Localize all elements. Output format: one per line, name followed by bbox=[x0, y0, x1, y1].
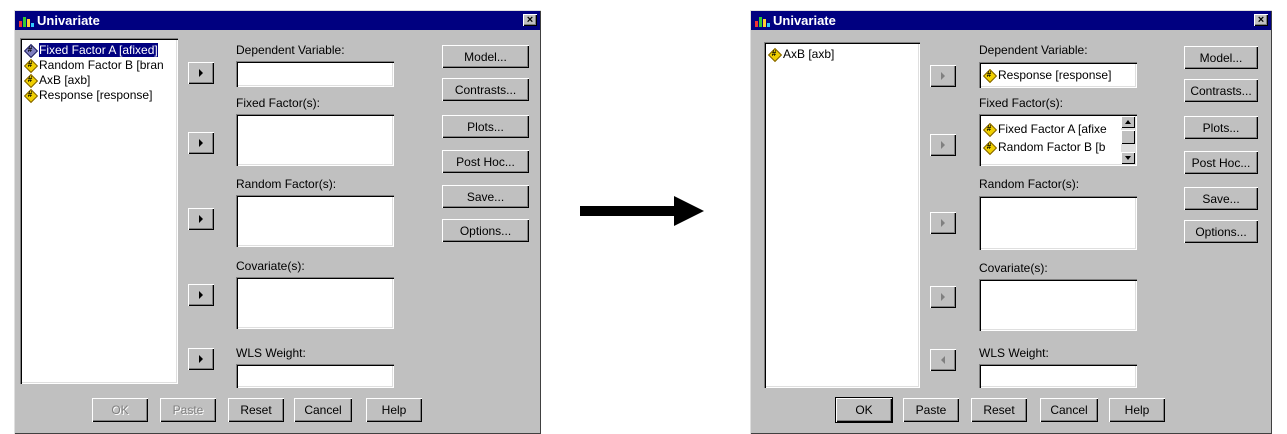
list-item[interactable]: AxB [axb] bbox=[22, 72, 176, 87]
right-arrow-icon bbox=[199, 139, 203, 147]
right-arrow-icon bbox=[199, 69, 203, 77]
plots-button[interactable]: Plots... bbox=[442, 115, 529, 138]
options-button[interactable]: Options... bbox=[1184, 220, 1258, 243]
dialog-title: Univariate bbox=[773, 13, 836, 28]
list-item[interactable]: Response [response] bbox=[983, 67, 1133, 82]
title-bar: Univariate × bbox=[15, 11, 540, 30]
move-to-fixed-button[interactable] bbox=[188, 132, 214, 154]
fixed-factors-label: Fixed Factor(s): bbox=[979, 96, 1064, 110]
up-arrow-icon bbox=[1125, 120, 1131, 124]
model-button[interactable]: Model... bbox=[1184, 46, 1258, 69]
ok-button[interactable]: OK bbox=[835, 397, 893, 423]
right-arrow-icon bbox=[941, 219, 945, 227]
contrasts-button[interactable]: Contrasts... bbox=[442, 78, 529, 101]
dialog-title: Univariate bbox=[37, 13, 100, 28]
post-hoc-button[interactable]: Post Hoc... bbox=[1184, 151, 1258, 174]
move-to-wls-button[interactable] bbox=[188, 348, 214, 370]
random-factors-list[interactable] bbox=[979, 196, 1137, 250]
variable-icon bbox=[24, 58, 36, 72]
move-to-random-button[interactable] bbox=[930, 212, 956, 234]
random-factors-label: Random Factor(s): bbox=[236, 177, 337, 191]
dependent-variable-label: Dependent Variable: bbox=[236, 43, 345, 57]
variable-icon bbox=[983, 122, 995, 136]
help-button[interactable]: Help bbox=[1109, 398, 1165, 422]
list-item[interactable]: Random Factor B [b bbox=[983, 138, 1119, 156]
reset-button[interactable]: Reset bbox=[971, 398, 1027, 422]
move-to-random-button[interactable] bbox=[188, 208, 214, 230]
list-item[interactable]: Response [response] bbox=[22, 87, 176, 102]
source-variable-list[interactable]: Fixed Factor A [afixed] Random Factor B … bbox=[20, 38, 178, 384]
right-arrow-icon bbox=[580, 196, 704, 226]
app-icon bbox=[18, 14, 34, 28]
move-to-fixed-button[interactable] bbox=[930, 134, 956, 156]
scroll-down-button[interactable] bbox=[1121, 152, 1135, 164]
right-arrow-icon bbox=[941, 293, 945, 301]
scroll-thumb[interactable] bbox=[1121, 130, 1135, 144]
fixed-factors-list[interactable] bbox=[236, 114, 394, 166]
right-arrow-icon bbox=[199, 215, 203, 223]
covariates-list[interactable] bbox=[979, 279, 1137, 331]
wls-weight-field[interactable] bbox=[979, 364, 1137, 388]
right-arrow-icon bbox=[199, 291, 203, 299]
move-to-dependent-button[interactable] bbox=[188, 62, 214, 84]
scroll-up-button[interactable] bbox=[1121, 116, 1135, 128]
close-icon: × bbox=[526, 14, 534, 26]
vertical-scrollbar[interactable] bbox=[1121, 116, 1135, 164]
variable-icon bbox=[24, 43, 36, 57]
dependent-variable-field[interactable]: Response [response] bbox=[979, 62, 1137, 88]
title-bar: Univariate × bbox=[751, 11, 1271, 30]
paste-button[interactable]: Paste bbox=[903, 398, 959, 422]
right-arrow-icon bbox=[199, 355, 203, 363]
right-arrow-icon bbox=[941, 141, 945, 149]
close-button[interactable]: × bbox=[1254, 14, 1268, 26]
right-arrow-icon bbox=[941, 72, 945, 80]
variable-icon bbox=[24, 73, 36, 87]
random-factors-label: Random Factor(s): bbox=[979, 177, 1080, 191]
random-factors-list[interactable] bbox=[236, 195, 394, 247]
close-icon: × bbox=[1257, 14, 1265, 26]
ok-button[interactable]: OK bbox=[92, 398, 148, 422]
variable-icon bbox=[24, 88, 36, 102]
down-arrow-icon bbox=[1125, 156, 1131, 160]
list-item[interactable]: Random Factor B [bran bbox=[22, 57, 176, 72]
list-item[interactable]: Fixed Factor A [afixed] bbox=[22, 41, 176, 58]
cancel-button[interactable]: Cancel bbox=[1040, 398, 1098, 422]
save-button[interactable]: Save... bbox=[1184, 187, 1258, 210]
source-variable-list[interactable]: AxB [axb] bbox=[764, 42, 920, 388]
list-item[interactable]: AxB [axb] bbox=[766, 46, 918, 61]
model-button[interactable]: Model... bbox=[442, 45, 529, 68]
move-from-wls-button[interactable] bbox=[930, 349, 956, 371]
variable-icon bbox=[983, 68, 995, 82]
contrasts-button[interactable]: Contrasts... bbox=[1184, 79, 1258, 102]
options-button[interactable]: Options... bbox=[442, 219, 529, 242]
wls-weight-field[interactable] bbox=[236, 364, 394, 388]
list-item[interactable]: Fixed Factor A [afixe bbox=[983, 120, 1119, 138]
wls-weight-label: WLS Weight: bbox=[979, 346, 1049, 360]
variable-icon bbox=[983, 140, 995, 154]
help-button[interactable]: Help bbox=[366, 398, 422, 422]
univariate-dialog-after: Univariate × AxB [axb] Dependent Variabl… bbox=[750, 10, 1272, 434]
fixed-factors-list[interactable]: Fixed Factor A [afixe Random Factor B [b bbox=[979, 114, 1137, 166]
app-icon bbox=[754, 14, 770, 28]
fixed-factors-label: Fixed Factor(s): bbox=[236, 96, 321, 110]
univariate-dialog-before: Univariate × Fixed Factor A [afixed] Ran… bbox=[14, 10, 541, 434]
wls-weight-label: WLS Weight: bbox=[236, 346, 306, 360]
covariates-label: Covariate(s): bbox=[979, 261, 1048, 275]
dependent-variable-label: Dependent Variable: bbox=[979, 43, 1088, 57]
move-to-dependent-button[interactable] bbox=[930, 65, 956, 87]
plots-button[interactable]: Plots... bbox=[1184, 116, 1258, 139]
save-button[interactable]: Save... bbox=[442, 185, 529, 208]
reset-button[interactable]: Reset bbox=[228, 398, 284, 422]
cancel-button[interactable]: Cancel bbox=[294, 398, 352, 422]
move-to-covariate-button[interactable] bbox=[188, 284, 214, 306]
paste-button[interactable]: Paste bbox=[160, 398, 216, 422]
post-hoc-button[interactable]: Post Hoc... bbox=[442, 150, 529, 173]
variable-icon bbox=[768, 47, 780, 61]
dependent-variable-field[interactable] bbox=[236, 61, 394, 87]
covariates-list[interactable] bbox=[236, 277, 394, 329]
covariates-label: Covariate(s): bbox=[236, 259, 305, 273]
move-to-covariate-button[interactable] bbox=[930, 286, 956, 308]
close-button[interactable]: × bbox=[523, 14, 537, 26]
left-arrow-icon bbox=[941, 356, 945, 364]
